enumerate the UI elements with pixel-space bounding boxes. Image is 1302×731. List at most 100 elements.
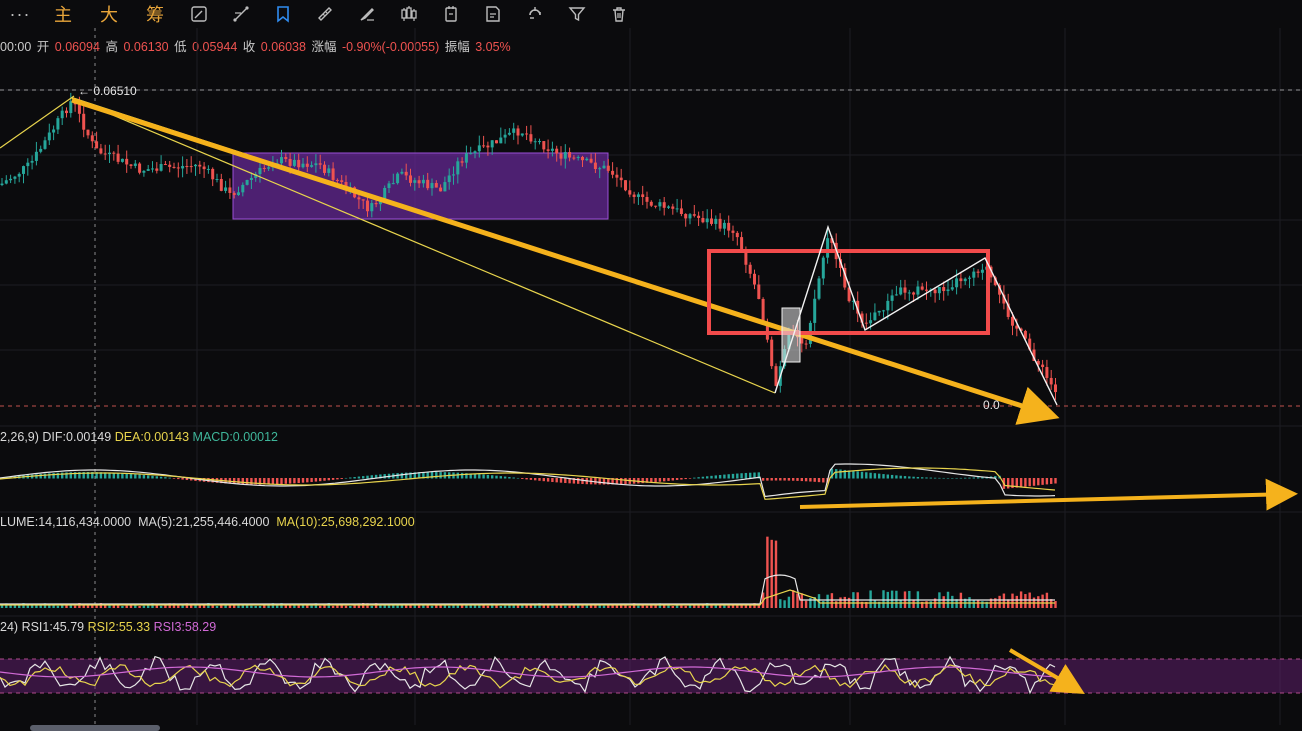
macd-bar: [164, 477, 167, 479]
candle-body: [912, 292, 916, 295]
macd-bar: [727, 474, 730, 479]
macd-bar: [663, 478, 666, 482]
macd-bar: [297, 478, 300, 484]
candle-body: [69, 101, 73, 114]
candle-body: [138, 163, 142, 173]
macd-bar: [280, 478, 283, 485]
candle-body: [400, 171, 404, 174]
candle-body: [937, 287, 941, 294]
candle-body: [740, 237, 744, 251]
macd-bar: [916, 476, 920, 479]
candle-body: [950, 287, 954, 290]
macd-bar: [878, 473, 881, 479]
candle-body: [159, 164, 163, 171]
volume-bar: [138, 605, 141, 608]
volume-bar: [546, 605, 550, 608]
candle-body: [572, 157, 576, 159]
macd-bar: [525, 478, 528, 480]
candle-body: [589, 158, 593, 163]
candle-body: [688, 214, 692, 219]
macd-bar: [478, 474, 481, 479]
current-price-label: 0.0: [983, 398, 1000, 412]
macd-bar: [168, 477, 171, 479]
candle-body: [17, 173, 21, 177]
candle-body: [882, 310, 885, 312]
candle-body: [361, 199, 365, 201]
macd-bar: [865, 472, 868, 479]
volume-bar: [121, 605, 124, 608]
macd-bar: [1045, 478, 1049, 485]
candle-body: [460, 161, 464, 163]
candle-body: [443, 182, 447, 192]
macd-bar: [521, 478, 524, 479]
candle-body: [602, 165, 606, 169]
macd-bar: [353, 477, 356, 479]
trendline-thin-lower[interactable]: [71, 97, 776, 394]
candle-body: [903, 287, 907, 293]
candle-body: [877, 310, 881, 313]
macd-bar: [938, 477, 941, 479]
volume-bar: [422, 605, 425, 608]
macd-bar: [159, 476, 163, 479]
candle-body: [692, 214, 696, 216]
volume-bar: [667, 605, 670, 608]
candle-body: [516, 128, 520, 136]
candle-body: [581, 156, 584, 161]
volume-bar: [890, 590, 894, 608]
macd-bar: [1032, 478, 1036, 486]
volume-bar: [323, 605, 326, 608]
volume-bar: [331, 605, 335, 608]
macd-bar: [598, 478, 601, 485]
volume-bar: [310, 605, 313, 608]
zigzag-pattern[interactable]: [774, 224, 1058, 406]
candle-body: [452, 174, 455, 176]
macd-bar: [181, 478, 184, 480]
macd-bar: [912, 476, 915, 479]
volume-bars: [0, 536, 1057, 608]
macd-bar: [933, 477, 937, 479]
macd-bar: [925, 477, 928, 479]
macd-bar: [766, 478, 769, 481]
candle-body: [267, 167, 271, 169]
candle-body: [654, 205, 658, 207]
candle-body: [206, 168, 210, 170]
macd-bar: [710, 475, 713, 479]
macd-bar: [1041, 478, 1044, 485]
volume-bar: [779, 599, 782, 608]
macd-bar: [491, 475, 494, 479]
candle-body: [99, 148, 103, 154]
macd-bar: [516, 477, 520, 479]
volume-bar: [882, 590, 885, 608]
candle-body: [533, 141, 537, 143]
small-candle-highlight[interactable]: [781, 307, 801, 363]
trendline-thin-upper[interactable]: [0, 95, 75, 149]
candle-body: [90, 135, 94, 142]
volume-bar: [495, 605, 498, 608]
candle-body: [86, 129, 90, 136]
macd-bar: [344, 477, 348, 479]
rsi1-value: RSI1:45.79: [21, 620, 85, 634]
macd-bar: [439, 472, 442, 479]
candle-body: [387, 183, 391, 188]
time-scrollbar[interactable]: [30, 725, 160, 731]
candle-body: [916, 286, 920, 295]
macd-bar: [551, 478, 554, 482]
volume-bar: [787, 596, 791, 608]
candle-body: [946, 289, 950, 292]
candle-body: [722, 222, 726, 229]
candle-body: [598, 168, 602, 170]
candle-body: [770, 339, 774, 367]
volume-bar: [770, 539, 773, 608]
candle-body: [710, 218, 713, 224]
macd-bar: [1024, 478, 1027, 487]
candle-body: [82, 113, 86, 130]
volume-bar: [48, 605, 51, 608]
candle-body: [60, 110, 64, 119]
candle-body: [305, 163, 309, 167]
rsi2-value: RSI2:55.33: [87, 620, 151, 634]
volume-bar: [478, 605, 481, 608]
candle-body: [43, 140, 47, 149]
candle-body: [503, 134, 507, 138]
candle-body: [22, 166, 25, 174]
macd-bar: [856, 471, 859, 479]
